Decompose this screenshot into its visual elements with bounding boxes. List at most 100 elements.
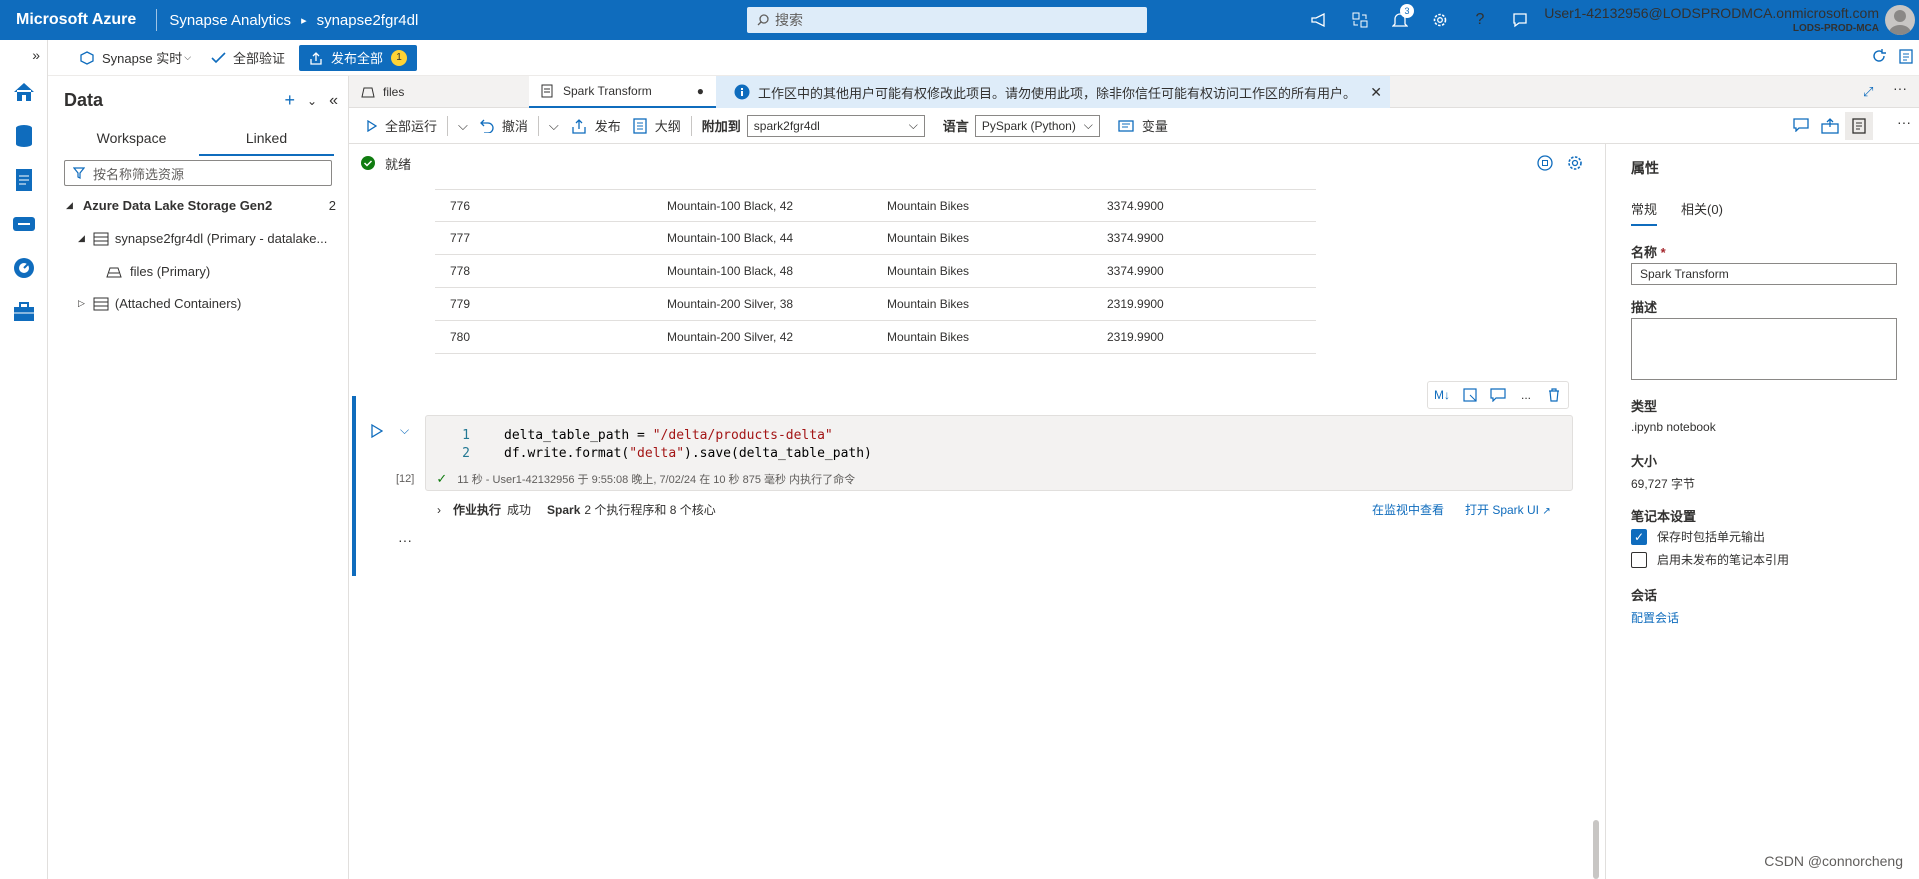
collapsed-caret-icon: ▷ [78, 298, 85, 308]
more-actions-icon[interactable]: ... [1512, 382, 1540, 408]
settings-gear-icon[interactable] [1420, 0, 1460, 40]
unsaved-dot-icon: ● [696, 84, 704, 98]
integrate-icon[interactable] [0, 202, 48, 246]
outline-label: 大纲 [654, 119, 681, 134]
session-label: 会话 [1631, 588, 1658, 603]
clipboard-icon[interactable] [1899, 48, 1913, 67]
include-output-checkbox[interactable]: ✓ 保存时包括单元输出 [1631, 528, 1765, 545]
storage-account-icon [93, 232, 109, 245]
avatar[interactable] [1885, 5, 1915, 35]
execution-count: [12] [396, 473, 415, 485]
table-row: 777 Mountain-100 Black, 44 Mountain Bike… [435, 222, 1316, 255]
chevron-right-icon[interactable]: › [437, 503, 441, 517]
user-email: User1-42132956@LODSPRODMCA.onmicrosoft.c… [1544, 5, 1879, 21]
tab-linked[interactable]: Linked [199, 122, 334, 156]
chevron-down-icon[interactable]: ⌵ [543, 112, 565, 140]
open-spark-ui-link[interactable]: 打开 Spark UI ↗ [1465, 501, 1551, 518]
configure-session-link[interactable]: 配置会话 [1631, 609, 1679, 626]
data-panel-tools: + ⌄ « [285, 90, 338, 112]
add-icon[interactable]: + [285, 90, 296, 112]
expand-icon[interactable]: ⤢ [1863, 84, 1873, 100]
cell-run-options-icon[interactable]: ⌵ [400, 423, 409, 438]
variables-button[interactable]: 变量 [1112, 112, 1174, 140]
unpublished-reference-checkbox[interactable]: 启用未发布的笔记本引用 [1631, 551, 1789, 568]
refresh-icon[interactable] [1871, 48, 1887, 67]
undo-button[interactable]: 撤消 [474, 112, 534, 140]
chevron-down-icon[interactable]: ⌵ [452, 112, 474, 140]
publish-all-button[interactable]: 发布全部 1 [299, 44, 418, 71]
tree-item-attached-containers[interactable]: ▷ (Attached Containers) [78, 296, 241, 311]
watermark: CSDN @connorcheng [1764, 853, 1903, 869]
filter-icon [73, 167, 85, 179]
home-icon[interactable] [0, 70, 48, 114]
synapse-live-button[interactable]: Synapse 实时 ⌵ [70, 45, 201, 71]
top-icons: 3 ? [1300, 0, 1540, 40]
publish-label: 发布 [594, 119, 621, 134]
announcement-icon[interactable] [1300, 0, 1340, 40]
run-all-button[interactable]: 全部运行 [361, 112, 443, 140]
active-cell-indicator [352, 396, 356, 576]
chevron-right-icon: ▸ [301, 14, 307, 27]
view-in-monitor-link[interactable]: 在监视中查看 [1372, 501, 1444, 518]
scrollbar[interactable] [1593, 820, 1599, 879]
stop-session-icon[interactable] [1537, 155, 1553, 174]
validate-all-button[interactable]: 全部验证 [201, 45, 295, 71]
more-icon[interactable]: ··· [1897, 114, 1911, 130]
collapse-all-icon[interactable]: ⌄ [307, 90, 317, 112]
publish-button[interactable]: 发布 [565, 112, 627, 140]
breadcrumb-service[interactable]: Synapse Analytics [169, 12, 291, 29]
markdown-toggle-button[interactable]: M↓ [1428, 382, 1456, 408]
monitor-icon[interactable] [0, 246, 48, 290]
tree-item-adls-gen2[interactable]: ◢ Azure Data Lake Storage Gen2 2 [66, 198, 336, 213]
outline-button[interactable]: 大纲 [627, 112, 687, 140]
chevron-down-icon: ⌵ [908, 118, 918, 132]
table-cell: Mountain Bikes [887, 264, 970, 278]
more-icon[interactable]: ··· [1893, 80, 1907, 96]
search-input[interactable]: 搜索 [747, 7, 1147, 33]
help-icon[interactable]: ? [1460, 0, 1500, 40]
validate-all-label: 全部验证 [233, 51, 286, 66]
tree-item-count: 2 [328, 198, 336, 213]
select-cell-icon[interactable] [1456, 382, 1484, 408]
breadcrumb-workspace[interactable]: synapse2fgr4dl [317, 12, 419, 29]
feedback-icon[interactable] [1500, 0, 1540, 40]
notifications-icon[interactable]: 3 [1380, 0, 1420, 40]
brand-title[interactable]: Microsoft Azure [0, 11, 136, 29]
directory-switch-icon[interactable] [1340, 0, 1380, 40]
tree-item-storage-account[interactable]: ◢ synapse2fgr4dl (Primary - datalake... [78, 231, 327, 246]
develop-icon[interactable] [0, 158, 48, 202]
delete-icon[interactable] [1540, 382, 1568, 408]
comments-icon[interactable] [1793, 118, 1809, 135]
data-icon[interactable] [0, 114, 48, 158]
contribute-icon[interactable] [1821, 118, 1839, 137]
user-account[interactable]: User1-42132956@LODSPRODMCA.onmicrosoft.c… [1544, 5, 1879, 34]
tab-related[interactable]: 相关(0) [1681, 199, 1723, 226]
tab-workspace[interactable]: Workspace [64, 122, 199, 156]
unpublished-reference-label: 启用未发布的笔记本引用 [1657, 553, 1790, 567]
workspace-toolbar: Synapse 实时 ⌵ 全部验证 发布全部 1 [48, 40, 1919, 76]
session-settings-icon[interactable] [1567, 155, 1583, 174]
expand-rail-icon[interactable]: » [0, 40, 48, 70]
properties-panel: 属性 常规 相关(0) 名称 * Spark Transform 描述 类型 .… [1605, 144, 1919, 879]
cell-toolbar: M↓ ... [1427, 381, 1569, 409]
close-icon[interactable]: ✕ [1370, 84, 1382, 101]
table-cell: 776 [450, 198, 471, 213]
attach-to-label: 附加到 [701, 119, 741, 134]
properties-icon[interactable] [1845, 112, 1873, 140]
chevron-down-icon: ⌵ [184, 52, 192, 62]
attach-to-select[interactable]: spark2fgr4dl ⌵ [746, 114, 925, 137]
filter-input[interactable]: 按名称筛选资源 [64, 160, 332, 186]
run-cell-button[interactable] [371, 423, 384, 441]
container-icon [106, 267, 122, 277]
tree-item-files[interactable]: files (Primary) [106, 264, 210, 279]
tab-general[interactable]: 常规 [1631, 199, 1658, 226]
manage-icon[interactable] [0, 290, 48, 334]
tab-spark-transform[interactable]: Spark Transform ● [529, 76, 716, 108]
include-output-label: 保存时包括单元输出 [1657, 530, 1766, 544]
name-field[interactable]: Spark Transform [1631, 263, 1897, 285]
comment-icon[interactable] [1484, 382, 1512, 408]
collapse-panel-icon[interactable]: « [329, 90, 338, 112]
description-field[interactable] [1631, 318, 1897, 380]
tab-files[interactable]: files [349, 76, 529, 108]
language-select[interactable]: PySpark (Python) ⌵ [974, 114, 1100, 137]
